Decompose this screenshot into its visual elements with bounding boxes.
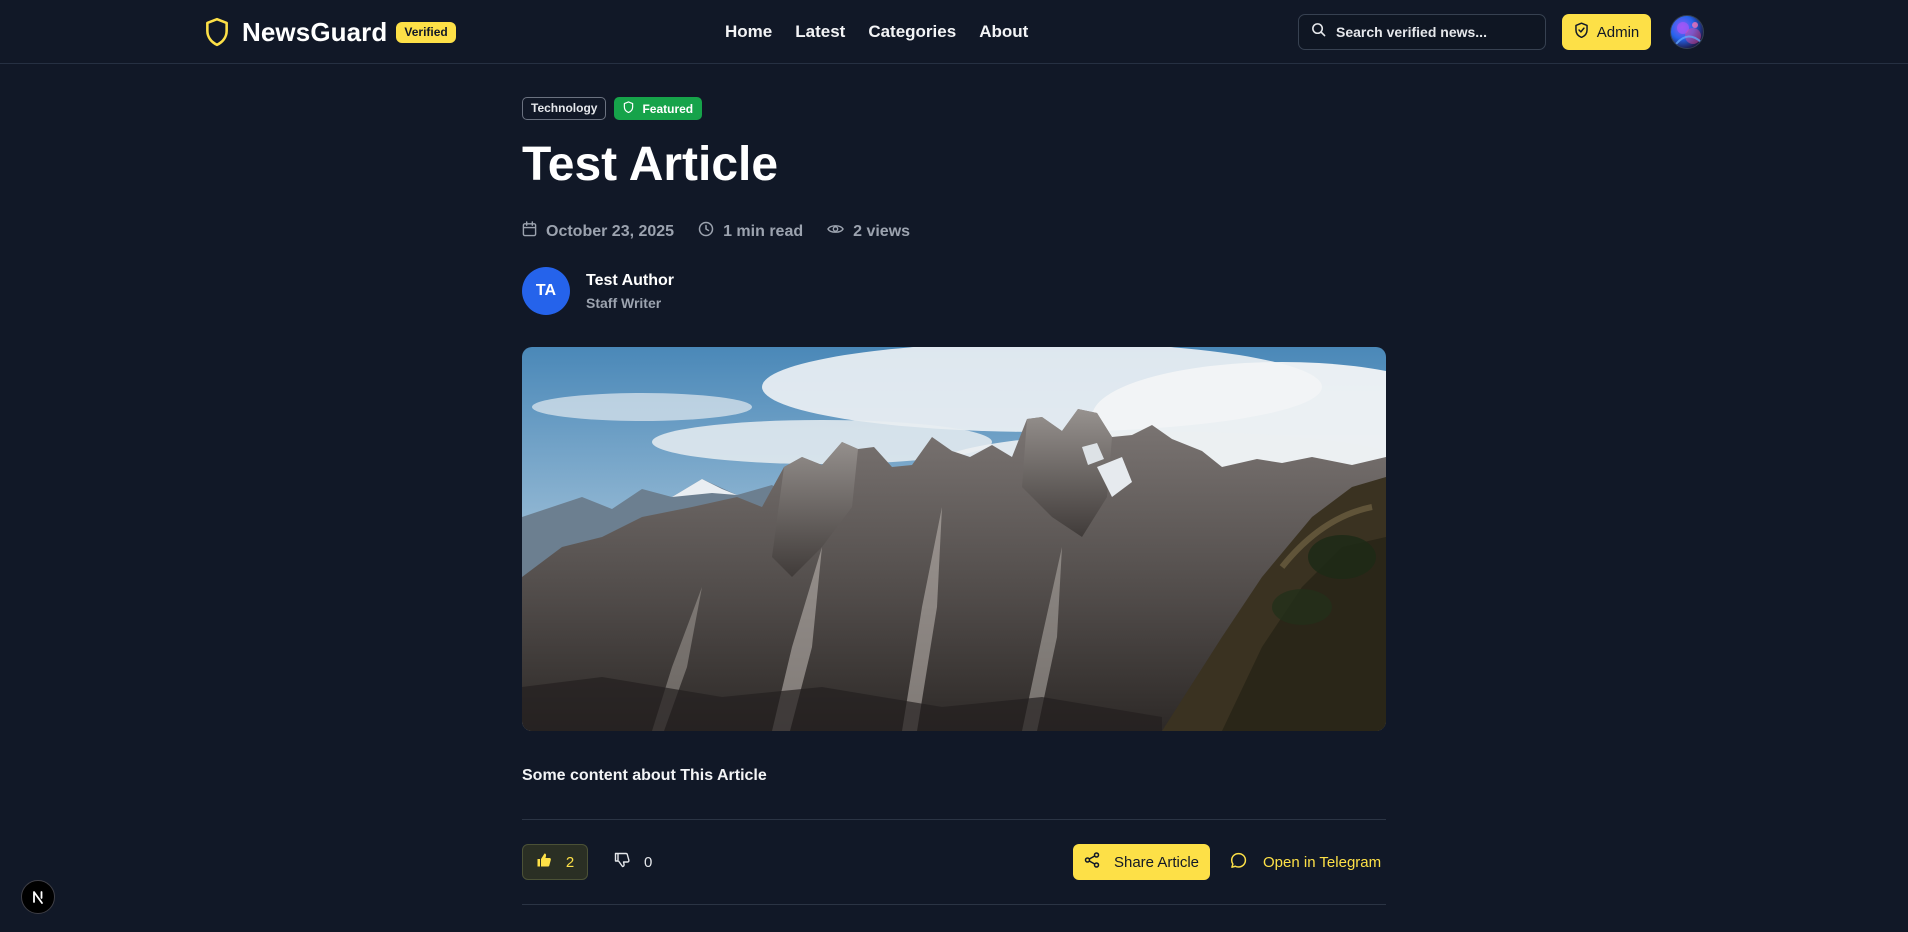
nextjs-logo-icon[interactable] bbox=[21, 880, 55, 914]
shield-icon bbox=[623, 101, 634, 116]
like-count: 2 bbox=[565, 853, 575, 871]
admin-label: Admin bbox=[1596, 23, 1640, 41]
nav-latest[interactable]: Latest bbox=[795, 21, 845, 43]
date-text: October 23, 2025 bbox=[546, 223, 675, 240]
admin-button[interactable]: Admin bbox=[1562, 14, 1651, 50]
nav-about[interactable]: About bbox=[979, 21, 1028, 43]
telegram-label: Open in Telegram bbox=[1263, 853, 1382, 871]
like-button[interactable]: 2 bbox=[522, 844, 588, 880]
read-time-text: 1 min read bbox=[723, 223, 804, 240]
dislike-button[interactable]: 0 bbox=[614, 844, 652, 880]
meta-read-time: 1 min read bbox=[698, 221, 803, 243]
main-nav: Home Latest Categories About bbox=[725, 21, 1028, 43]
search-icon bbox=[1311, 22, 1326, 42]
brand[interactable]: NewsGuard Verified bbox=[204, 16, 456, 48]
share-label: Share Article bbox=[1113, 853, 1200, 871]
featured-badge: Featured bbox=[614, 97, 703, 120]
shield-check-icon bbox=[1574, 22, 1589, 42]
thumbs-down-icon bbox=[614, 852, 630, 872]
article-content: Some content about This Article bbox=[522, 767, 767, 784]
author-name[interactable]: Test Author bbox=[586, 271, 674, 291]
search-input[interactable] bbox=[1336, 24, 1536, 40]
featured-label: Featured bbox=[642, 101, 694, 116]
brand-name: NewsGuard bbox=[242, 16, 388, 47]
calendar-icon bbox=[522, 221, 537, 243]
category-tag[interactable]: Technology bbox=[522, 97, 607, 120]
nav-categories[interactable]: Categories bbox=[868, 21, 956, 43]
author-info: Test Author Staff Writer bbox=[586, 271, 674, 312]
article-tags: Technology Featured bbox=[522, 97, 703, 120]
clock-icon bbox=[698, 221, 714, 243]
meta-views: 2 views bbox=[827, 221, 910, 243]
article-title: Test Article bbox=[522, 138, 779, 191]
author-block: TA Test Author Staff Writer bbox=[522, 267, 674, 315]
nav-home[interactable]: Home bbox=[725, 21, 772, 43]
author-role: Staff Writer bbox=[586, 294, 662, 311]
eye-icon bbox=[827, 222, 844, 242]
author-avatar[interactable]: TA bbox=[522, 267, 570, 315]
shield-logo-icon bbox=[204, 16, 232, 48]
views-text: 2 views bbox=[853, 223, 911, 240]
share-article-button[interactable]: Share Article bbox=[1073, 844, 1210, 880]
search-box[interactable] bbox=[1298, 14, 1546, 50]
user-avatar[interactable] bbox=[1670, 15, 1704, 49]
top-navbar: NewsGuard Verified Home Latest Categorie… bbox=[0, 0, 1908, 64]
meta-date: October 23, 2025 bbox=[522, 221, 674, 243]
thumbs-up-icon bbox=[536, 852, 552, 872]
dislike-count: 0 bbox=[644, 853, 653, 871]
verified-badge: Verified bbox=[396, 21, 456, 43]
divider-bottom bbox=[522, 904, 1386, 905]
open-telegram-button[interactable]: Open in Telegram bbox=[1230, 844, 1381, 880]
share-icon bbox=[1084, 852, 1100, 872]
message-circle-icon bbox=[1230, 852, 1247, 873]
article-hero-image bbox=[522, 347, 1386, 731]
article-meta: October 23, 2025 1 min read 2 views bbox=[522, 221, 910, 243]
divider-top bbox=[522, 819, 1386, 820]
